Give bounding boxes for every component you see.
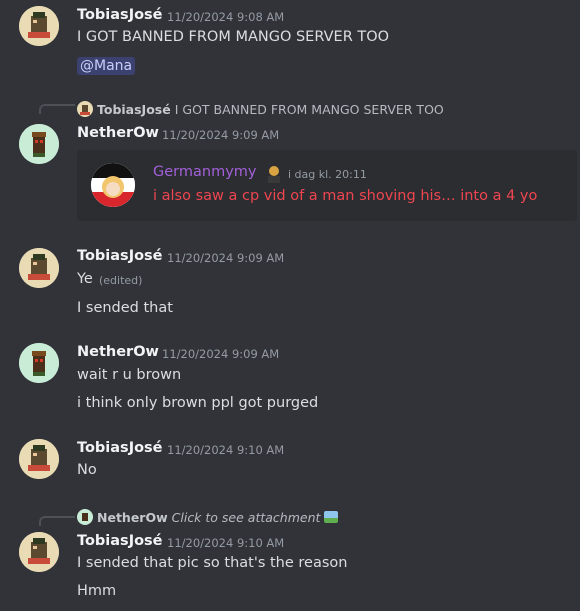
- avatar: [77, 509, 93, 525]
- message-text: wait r u brown: [77, 367, 182, 383]
- reply-attachment-text[interactable]: Click to see attachment: [172, 510, 321, 525]
- timestamp: 11/20/2024 9:08 AM: [167, 10, 285, 24]
- avatar[interactable]: [19, 248, 59, 288]
- reply-connector: [39, 516, 75, 526]
- message-text: I sended that pic so that's the reason: [77, 555, 348, 571]
- embed-timestamp: i dag kl. 20:11: [288, 168, 367, 181]
- reply-author[interactable]: TobiasJosé: [97, 102, 171, 117]
- avatar[interactable]: [19, 6, 59, 46]
- timestamp: 11/20/2024 9:09 AM: [162, 347, 280, 361]
- avatar[interactable]: [19, 343, 59, 383]
- timestamp: 11/20/2024 9:10 AM: [167, 443, 285, 457]
- author-name[interactable]: NetherOw: [77, 344, 159, 360]
- author-name[interactable]: TobiasJosé: [77, 7, 163, 23]
- reply-connector: [39, 104, 75, 114]
- author-name[interactable]: TobiasJosé: [77, 440, 163, 456]
- avatar[interactable]: [19, 532, 59, 572]
- reply-text: I GOT BANNED FROM MANGO SERVER TOO: [174, 101, 444, 117]
- timestamp: 11/20/2024 9:10 AM: [167, 536, 285, 550]
- embed-author[interactable]: Germanmymy: [153, 164, 256, 180]
- author-name[interactable]: NetherOw: [77, 125, 159, 141]
- forwarded-message-embed[interactable]: Germanmymy i dag kl. 20:11 i also saw a …: [77, 150, 577, 221]
- timestamp: 11/20/2024 9:09 AM: [162, 128, 280, 142]
- message-text: I sended that: [77, 300, 173, 316]
- message-text: Hmm: [77, 583, 117, 599]
- user-mention[interactable]: @Mana: [77, 57, 136, 75]
- message-text: I GOT BANNED FROM MANGO SERVER TOO: [77, 29, 390, 45]
- embed-text: i also saw a cp vid of a man shoving his…: [153, 188, 538, 204]
- embed-avatar: [91, 163, 135, 207]
- avatar[interactable]: [19, 124, 59, 164]
- message-text: Ye: [77, 271, 93, 287]
- edited-label: (edited): [99, 274, 143, 287]
- person-emoji-icon: [264, 164, 284, 188]
- reply-preview[interactable]: NetherOw Click to see attachment: [77, 509, 339, 525]
- message-text: No: [77, 462, 97, 478]
- reply-preview[interactable]: TobiasJosé I GOT BANNED FROM MANGO SERVE…: [77, 101, 444, 117]
- avatar: [77, 101, 93, 117]
- timestamp: 11/20/2024 9:09 AM: [167, 251, 285, 265]
- author-name[interactable]: TobiasJosé: [77, 533, 163, 549]
- avatar[interactable]: [19, 439, 59, 479]
- message-text: i think only brown ppl got purged: [77, 395, 319, 411]
- image-icon: [324, 511, 339, 523]
- author-name[interactable]: TobiasJosé: [77, 248, 163, 264]
- reply-author[interactable]: NetherOw: [97, 510, 168, 525]
